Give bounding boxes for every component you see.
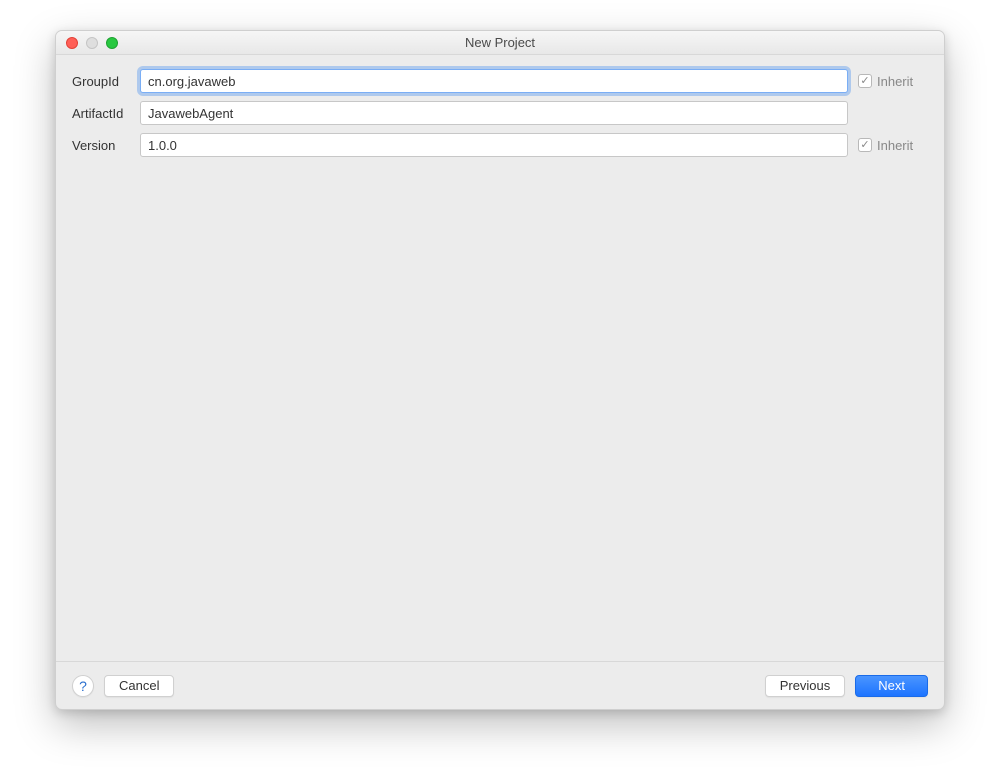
groupid-inherit-checkbox[interactable] [858, 74, 872, 88]
groupid-inherit-label: Inherit [877, 74, 913, 89]
dialog-content: GroupId Inherit ArtifactId Version Inher… [56, 55, 944, 661]
maximize-icon[interactable] [106, 37, 118, 49]
version-input[interactable] [140, 133, 848, 157]
cancel-button[interactable]: Cancel [104, 675, 174, 697]
version-row: Version Inherit [72, 133, 928, 157]
window-title: New Project [56, 35, 944, 50]
help-button[interactable]: ? [72, 675, 94, 697]
groupid-inherit-group: Inherit [858, 74, 928, 89]
previous-button[interactable]: Previous [765, 675, 846, 697]
titlebar: New Project [56, 31, 944, 55]
artifactid-input[interactable] [140, 101, 848, 125]
close-icon[interactable] [66, 37, 78, 49]
artifactid-row: ArtifactId [72, 101, 928, 125]
dialog-footer: ? Cancel Previous Next [56, 661, 944, 709]
new-project-dialog: New Project GroupId Inherit ArtifactId V… [55, 30, 945, 710]
version-inherit-label: Inherit [877, 138, 913, 153]
groupid-input[interactable] [140, 69, 848, 93]
window-controls [56, 37, 118, 49]
version-label: Version [72, 138, 130, 153]
version-inherit-checkbox[interactable] [858, 138, 872, 152]
next-button[interactable]: Next [855, 675, 928, 697]
version-inherit-group: Inherit [858, 138, 928, 153]
groupid-row: GroupId Inherit [72, 69, 928, 93]
groupid-label: GroupId [72, 74, 130, 89]
artifactid-label: ArtifactId [72, 106, 130, 121]
minimize-icon [86, 37, 98, 49]
